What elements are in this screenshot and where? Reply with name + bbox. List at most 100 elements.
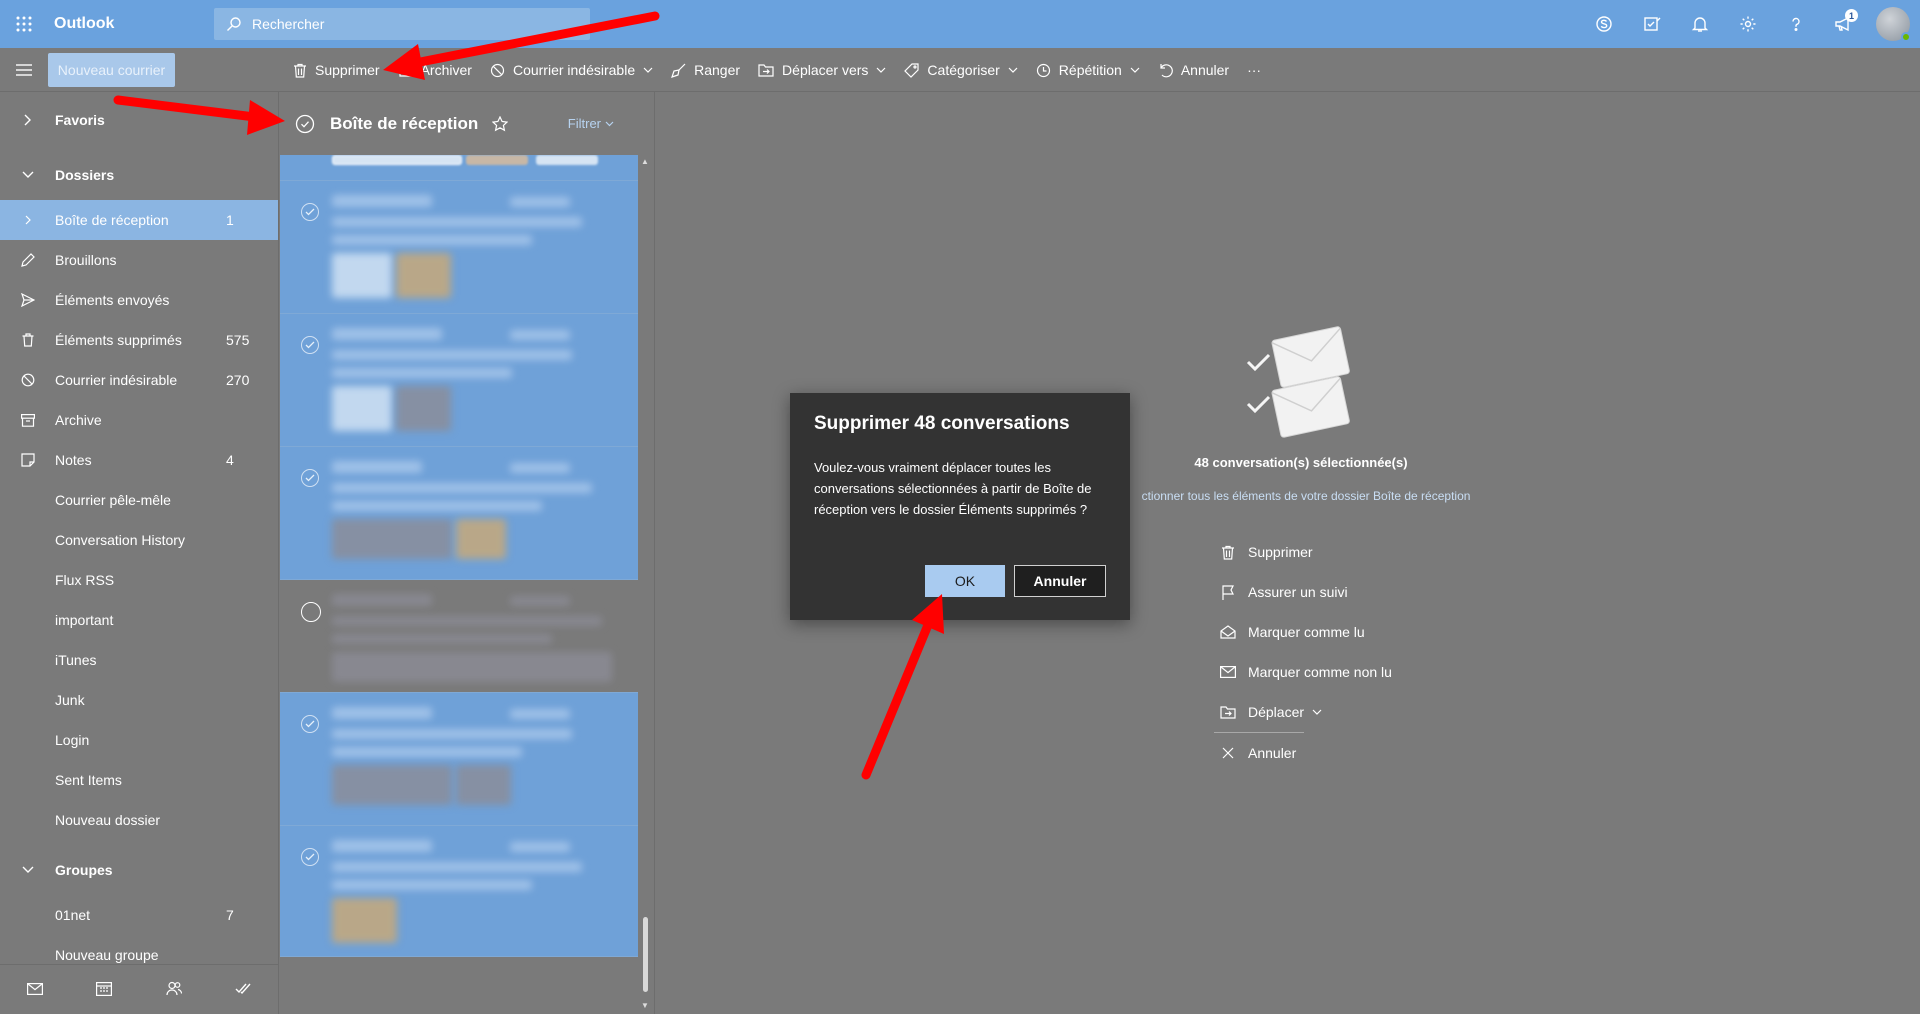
people-icon[interactable]: [166, 981, 182, 999]
message-list-scrollbar[interactable]: ▲ ▼: [638, 155, 654, 1014]
scroll-down-arrow[interactable]: ▼: [641, 1001, 649, 1010]
favorites-section[interactable]: Favoris: [0, 100, 278, 140]
flag-action[interactable]: Assurer un suivi: [1214, 572, 1434, 612]
row-checkbox[interactable]: [301, 336, 319, 354]
tag-icon: [904, 62, 920, 78]
mail-icon[interactable]: [26, 982, 43, 998]
chevron-down-icon: [876, 67, 886, 73]
selection-actions: Supprimer Assurer un suivi Marquer comme…: [1214, 532, 1434, 773]
list-item[interactable]: [280, 826, 638, 957]
megaphone-icon[interactable]: 1: [1820, 0, 1868, 48]
delete-action[interactable]: Supprimer: [1214, 532, 1434, 572]
move-to-button[interactable]: Déplacer vers: [749, 48, 895, 92]
new-mail-button[interactable]: Nouveau courrier: [48, 53, 175, 87]
favorite-star-icon[interactable]: [492, 115, 509, 132]
search-icon: [226, 16, 242, 32]
sidebar-item-clutter[interactable]: Courrier pêle-mêle: [0, 480, 278, 520]
command-bar: Nouveau courrier Supprimer Archiver Cour…: [0, 48, 1920, 92]
sidebar-item-label: 01net: [55, 907, 91, 923]
skype-icon[interactable]: [1580, 0, 1628, 48]
scroll-up-arrow[interactable]: ▲: [641, 157, 649, 166]
envelope-icon: [1214, 666, 1242, 678]
list-item[interactable]: [280, 314, 638, 447]
ok-button[interactable]: OK: [925, 565, 1005, 597]
new-folder-link[interactable]: Nouveau dossier: [0, 800, 278, 840]
sidebar-item-login[interactable]: Login: [0, 720, 278, 760]
tasks-icon[interactable]: [235, 982, 251, 998]
sidebar-item-sent-items[interactable]: Sent Items: [0, 760, 278, 800]
action-label: Annuler: [1248, 745, 1297, 761]
list-item[interactable]: [280, 181, 638, 314]
row-checkbox[interactable]: [301, 469, 319, 487]
new-group-link[interactable]: Nouveau groupe: [0, 935, 278, 964]
row-checkbox[interactable]: [301, 848, 319, 866]
message-list-header: Boîte de réception Filtrer: [280, 92, 654, 155]
sidebar-item-archive[interactable]: Archive: [0, 400, 278, 440]
cancel-action[interactable]: Annuler: [1214, 733, 1434, 773]
folders-section[interactable]: Dossiers: [0, 155, 278, 195]
sidebar-item-junk[interactable]: Courrier indésirable 270: [0, 360, 278, 400]
avatar[interactable]: [1876, 7, 1911, 42]
archive-icon: [0, 413, 55, 427]
sidebar-item-rss[interactable]: Flux RSS: [0, 560, 278, 600]
row-checkbox[interactable]: [301, 203, 319, 221]
unread-count: 1: [226, 212, 234, 228]
trash-icon: [0, 333, 55, 347]
junk-button[interactable]: Courrier indésirable: [481, 48, 662, 92]
more-options-button[interactable]: ···: [1238, 48, 1270, 92]
undo-button[interactable]: Annuler: [1149, 48, 1238, 92]
sidebar-item-junk-en[interactable]: Junk: [0, 680, 278, 720]
sidebar-item-label: Éléments supprimés: [55, 332, 182, 348]
sidebar-item-label: Archive: [55, 412, 102, 428]
sweep-button[interactable]: Ranger: [662, 48, 749, 92]
snooze-button[interactable]: Répétition: [1027, 48, 1149, 92]
scroll-thumb[interactable]: [643, 917, 648, 992]
app-launcher-icon[interactable]: [0, 0, 48, 48]
row-checkbox[interactable]: [301, 602, 321, 622]
sidebar-item-inbox[interactable]: Boîte de réception 1: [0, 200, 278, 240]
row-checkbox[interactable]: [301, 715, 319, 733]
message-list: Boîte de réception Filtrer ▲ ▼: [280, 92, 655, 1014]
categorize-button[interactable]: Catégoriser: [895, 48, 1026, 92]
mark-read-action[interactable]: Marquer comme lu: [1214, 612, 1434, 652]
select-all-link[interactable]: ctionner tous les éléments de votre doss…: [1076, 489, 1536, 503]
sidebar-item-sent[interactable]: Éléments envoyés: [0, 280, 278, 320]
app-name[interactable]: Outlook: [54, 15, 214, 33]
archive-button[interactable]: Archiver: [389, 48, 481, 92]
delete-button[interactable]: Supprimer: [284, 48, 389, 92]
sidebar-item-label: Nouveau dossier: [55, 812, 161, 828]
sidebar-item-label: important: [55, 612, 114, 628]
move-to-label: Déplacer vers: [782, 62, 869, 78]
list-item[interactable]: [280, 155, 638, 181]
chevron-down-icon: [1312, 709, 1322, 715]
sidebar-item-deleted[interactable]: Éléments supprimés 575: [0, 320, 278, 360]
sidebar-item-group-01net[interactable]: 01net 7: [0, 895, 278, 935]
list-item[interactable]: [280, 693, 638, 826]
mark-unread-action[interactable]: Marquer comme non lu: [1214, 652, 1434, 692]
block-icon: [0, 373, 55, 387]
hamburger-menu-icon[interactable]: [0, 48, 48, 92]
bell-icon[interactable]: [1676, 0, 1724, 48]
calendar-icon[interactable]: [96, 981, 113, 999]
todo-icon[interactable]: [1628, 0, 1676, 48]
list-item[interactable]: [280, 580, 638, 693]
selection-count: 48 conversation(s) sélectionnée(s): [1194, 455, 1408, 470]
sidebar-item-itunes[interactable]: iTunes: [0, 640, 278, 680]
select-all-checkbox[interactable]: [280, 114, 330, 134]
filter-button[interactable]: Filtrer: [568, 116, 614, 131]
search-box[interactable]: Rechercher: [214, 8, 590, 40]
move-action[interactable]: Déplacer: [1214, 692, 1434, 732]
sidebar-item-conversation-history[interactable]: Conversation History: [0, 520, 278, 560]
cancel-button[interactable]: Annuler: [1014, 565, 1106, 597]
help-icon[interactable]: [1772, 0, 1820, 48]
sidebar-item-notes[interactable]: Notes 4: [0, 440, 278, 480]
folders-label: Dossiers: [55, 167, 115, 183]
sidebar-item-drafts[interactable]: Brouillons: [0, 240, 278, 280]
sidebar-item-important[interactable]: important: [0, 600, 278, 640]
top-bar: Outlook Rechercher 1: [0, 0, 1920, 48]
list-item[interactable]: [280, 447, 638, 580]
groups-section[interactable]: Groupes: [0, 850, 278, 890]
unread-count: 270: [226, 372, 250, 388]
gear-icon[interactable]: [1724, 0, 1772, 48]
sidebar-item-label: Notes: [55, 452, 92, 468]
